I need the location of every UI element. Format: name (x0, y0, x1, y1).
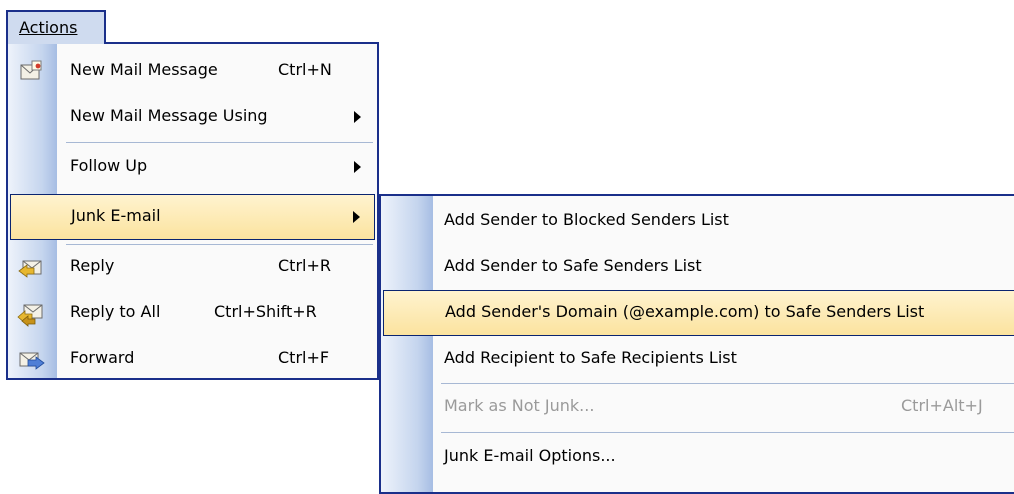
menu-separator (66, 142, 373, 143)
submenu-item-junk-email-options[interactable]: Junk E-mail Options... (381, 434, 1014, 480)
reply-shortcut: Ctrl+R (278, 256, 331, 275)
not-junk-label: Mark as Not Junk... (444, 396, 595, 415)
menu-item-forward[interactable]: Forward Ctrl+F (8, 336, 377, 382)
reply-icon (17, 253, 45, 281)
submenu-item-add-to-safe-senders[interactable]: Add Sender to Safe Senders List (381, 244, 1014, 290)
submenu-item-mark-as-not-junk[interactable]: Mark as Not Junk... Ctrl+Alt+J (381, 384, 1014, 430)
menu-actions-label: Actions (19, 18, 78, 37)
reply-all-shortcut: Ctrl+Shift+R (214, 302, 317, 321)
menu-item-new-mail-message-using[interactable]: New Mail Message Using (8, 94, 377, 140)
menu-item-reply-to-all[interactable]: Reply to All Ctrl+Shift+R (8, 290, 377, 336)
not-junk-shortcut: Ctrl+Alt+J (901, 396, 983, 415)
menu-item-junk-email[interactable]: Junk E-mail (10, 194, 375, 240)
submenu-arrow-icon (354, 161, 361, 173)
new-mail-using-label: New Mail Message Using (70, 106, 268, 125)
menu-item-follow-up[interactable]: Follow Up (8, 144, 377, 190)
reply-all-label: Reply to All (70, 302, 161, 321)
forward-shortcut: Ctrl+F (278, 348, 330, 367)
safe-recipients-label: Add Recipient to Safe Recipients List (444, 348, 737, 367)
junk-options-label: Junk E-mail Options... (444, 446, 616, 465)
reply-label: Reply (70, 256, 115, 275)
menu-item-reply[interactable]: Reply Ctrl+R (8, 244, 377, 290)
submenu-item-add-to-blocked-senders[interactable]: Add Sender to Blocked Senders List (381, 198, 1014, 244)
new-mail-shortcut: Ctrl+N (278, 60, 332, 79)
follow-up-label: Follow Up (70, 156, 148, 175)
forward-label: Forward (70, 348, 135, 367)
submenu-arrow-icon (353, 211, 360, 223)
submenu-item-add-domain-to-safe-senders[interactable]: Add Sender's Domain (@example.com) to Sa… (383, 290, 1014, 336)
reply-all-icon (17, 299, 45, 327)
submenu-separator (441, 432, 1014, 433)
submenu-arrow-icon (354, 111, 361, 123)
forward-icon (17, 345, 45, 373)
actions-menu: New Mail Message Ctrl+N New Mail Message… (6, 42, 379, 380)
safe-domain-label: Add Sender's Domain (@example.com) to Sa… (445, 302, 925, 321)
blocked-senders-label: Add Sender to Blocked Senders List (444, 210, 729, 229)
new-mail-label: New Mail Message (70, 60, 218, 79)
junk-email-submenu: Add Sender to Blocked Senders List Add S… (379, 194, 1014, 494)
new-mail-icon (17, 57, 45, 85)
safe-senders-label: Add Sender to Safe Senders List (444, 256, 702, 275)
menu-item-new-mail-message[interactable]: New Mail Message Ctrl+N (8, 48, 377, 94)
menu-actions[interactable]: Actions (6, 10, 106, 44)
junk-email-label: Junk E-mail (71, 206, 161, 225)
submenu-item-add-to-safe-recipients[interactable]: Add Recipient to Safe Recipients List (381, 336, 1014, 382)
